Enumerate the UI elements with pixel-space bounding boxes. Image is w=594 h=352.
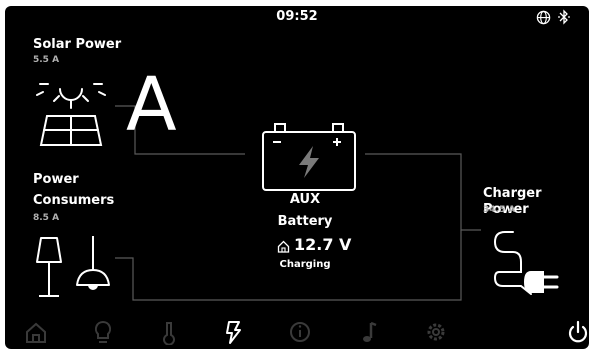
battery-label-battery: Battery: [277, 214, 333, 229]
solar-power-title: Solar Power: [33, 37, 122, 52]
music-icon[interactable]: [356, 319, 382, 345]
lightbulb-icon[interactable]: [90, 319, 116, 345]
lamps-icon[interactable]: [31, 234, 115, 300]
bottom-navigation: [5, 315, 589, 349]
battery-icon[interactable]: [261, 120, 357, 192]
home-small-icon: [277, 240, 290, 253]
settings-icon[interactable]: [423, 319, 449, 345]
solar-power-value: 5.5 A: [33, 55, 60, 65]
battery-label-aux: AUX: [289, 192, 321, 207]
display-screen: 09:52 Solar Power 5.5 A A Power Consumer…: [5, 6, 589, 349]
battery-status: Charging: [279, 259, 331, 270]
info-icon[interactable]: [287, 319, 313, 345]
charger-plug-icon[interactable]: [491, 228, 573, 300]
thermometer-icon[interactable]: [156, 319, 182, 345]
charger-power-value: 34.5 A: [483, 205, 516, 215]
home-icon[interactable]: [23, 319, 49, 345]
consumers-value: 8.5 A: [33, 213, 60, 223]
consumers-title-line1: Power: [33, 172, 79, 187]
power-icon[interactable]: [220, 319, 246, 345]
solar-panel-icon[interactable]: [33, 70, 109, 150]
power-off-icon[interactable]: [565, 319, 589, 345]
overlay-letter: A: [126, 62, 177, 148]
consumers-title-line2: Consumers: [33, 193, 115, 208]
battery-voltage: 12.7 V: [294, 235, 352, 254]
